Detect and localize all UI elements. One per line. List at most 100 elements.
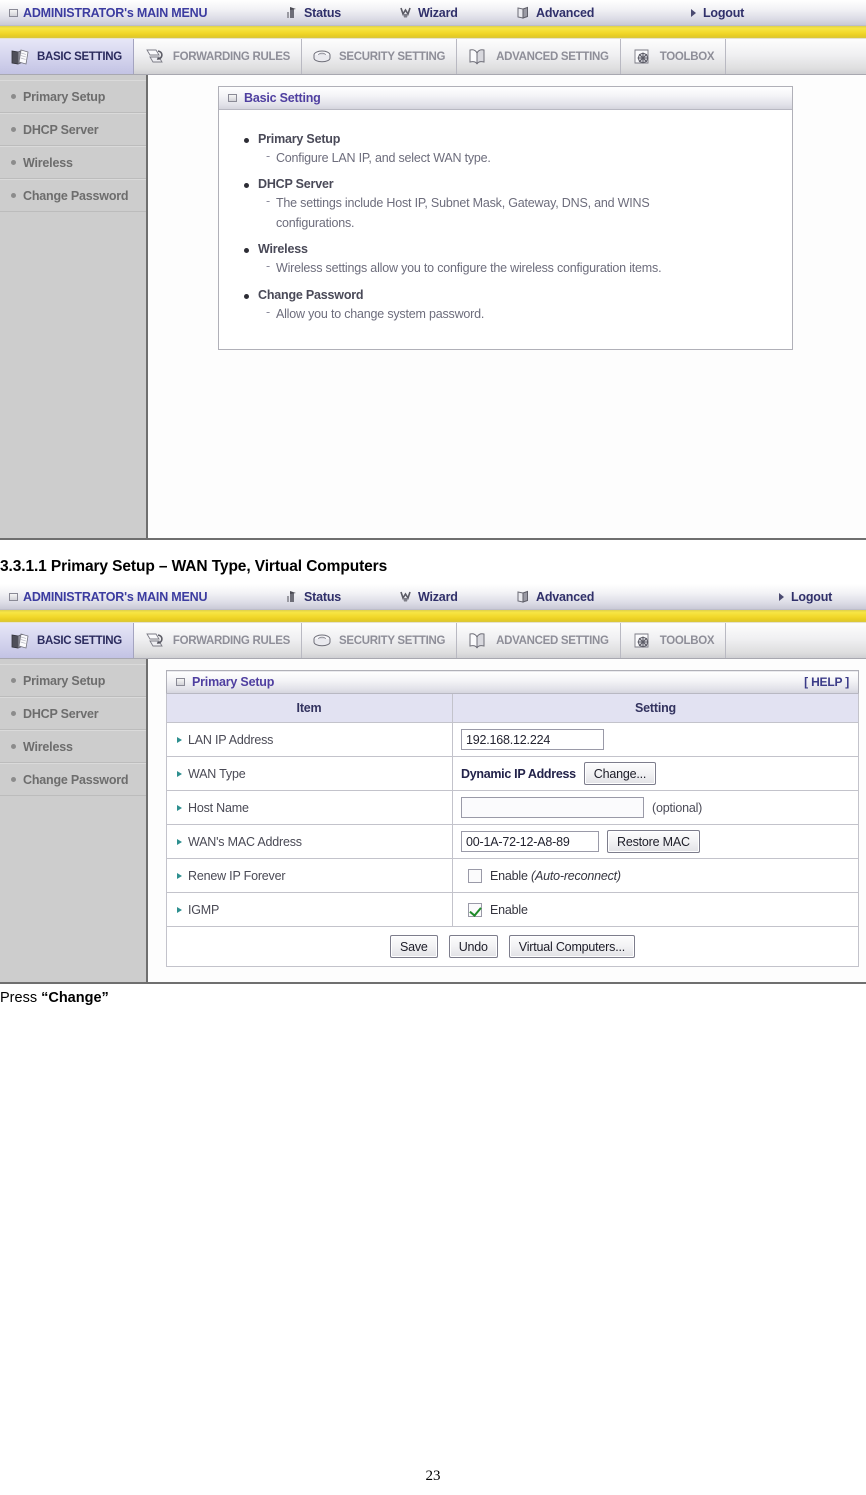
sidebar-item-label: Wireless <box>23 155 73 170</box>
change-button[interactable]: Change... <box>583 762 657 785</box>
topbar-item-advanced[interactable]: Advanced <box>515 589 594 604</box>
arrow-right-icon <box>177 804 182 811</box>
topbar-item-status[interactable]: Status <box>284 5 341 20</box>
sidebar-item-dhcp-server[interactable]: DHCP Server <box>0 113 146 146</box>
status-bars-icon <box>284 589 299 604</box>
sidebar-item-change-password[interactable]: Change Password <box>0 179 146 212</box>
sidebar-item-dhcp-server[interactable]: DHCP Server <box>0 697 146 730</box>
row-item-cell: Host Name <box>166 790 453 825</box>
tab-toolbox[interactable]: TOOLBOX <box>621 39 727 74</box>
wan-mac-address-input[interactable] <box>461 831 599 852</box>
tab-advanced-setting[interactable]: ADVANCED SETTING <box>457 623 621 658</box>
sidebar-item-label: Wireless <box>23 739 73 754</box>
feature-name: Primary Setup <box>258 132 341 146</box>
tab-advanced-setting[interactable]: ADVANCED SETTING <box>457 39 621 74</box>
main-tab-strip-2: BASIC SETTING FORWARDING RULES SECURITY … <box>0 623 866 659</box>
renew-ip-forever-checkbox[interactable] <box>468 868 482 883</box>
feature-description-text: Allow you to change system password. <box>275 306 485 321</box>
caption-quoted: “Change” <box>41 990 109 1006</box>
enable-text: Enable <box>490 868 531 883</box>
table-row-wan-mac-address: WAN's MAC Address Restore MAC <box>166 824 859 859</box>
tab-toolbox[interactable]: TOOLBOX <box>621 623 727 658</box>
caption-prefix: Press <box>0 990 42 1006</box>
topbar-advanced-label: Advanced <box>536 5 595 20</box>
dash-icon: - <box>266 304 270 319</box>
feature-description: - The settings include Host IP, Subnet M… <box>266 194 706 233</box>
yellow-divider-band <box>0 610 866 623</box>
bullet-icon <box>11 127 16 132</box>
tab-forwarding-rules[interactable]: FORWARDING RULES <box>134 39 302 74</box>
bullet-icon <box>244 183 249 189</box>
yellow-divider-band <box>0 26 866 39</box>
row-item-label: Host Name <box>188 800 249 815</box>
feature-heading: Primary Setup <box>244 132 776 146</box>
sidebar-item-primary-setup[interactable]: Primary Setup <box>0 664 146 697</box>
tab-forwarding-rules[interactable]: FORWARDING RULES <box>134 623 302 658</box>
table-row-wan-type: WAN Type Dynamic IP Address Change... <box>166 756 859 791</box>
row-item-label: Renew IP Forever <box>188 868 286 883</box>
dash-icon: - <box>266 149 270 163</box>
window-square-icon <box>176 678 185 686</box>
row-setting-cell: (optional) <box>452 790 859 825</box>
bullet-icon <box>11 711 16 716</box>
host-name-input[interactable] <box>461 797 644 818</box>
table-row-renew-ip-forever: Renew IP Forever Enable (Auto-reconnect) <box>166 858 859 893</box>
feature-description-text: Configure LAN IP, and select WAN type. <box>275 151 491 165</box>
topbar-item-logout[interactable]: Logout <box>778 590 832 604</box>
row-setting-cell: Enable <box>452 892 859 927</box>
sidebar-item-label: DHCP Server <box>23 706 99 721</box>
bullet-icon <box>11 160 16 165</box>
topbar-logout-label: Logout <box>791 589 833 604</box>
lan-ip-address-input[interactable] <box>461 729 604 750</box>
topbar-status-label: Status <box>304 589 342 604</box>
topbar-item-status[interactable]: Status <box>284 589 341 604</box>
igmp-checkbox[interactable] <box>468 902 482 917</box>
list-item: DHCP Server - The settings include Host … <box>244 177 776 233</box>
topbar-logout-label: Logout <box>703 5 745 20</box>
tab-security-setting[interactable]: SECURITY SETTING <box>302 39 458 74</box>
renew-ip-forever-label: Enable (Auto-reconnect) <box>490 869 621 883</box>
admin-main-menu-text: ADMINISTRATOR's MAIN MENU <box>23 5 208 20</box>
press-change-caption: Press “Change” <box>0 990 866 1006</box>
dash-icon: - <box>266 259 270 274</box>
sidebar-item-primary-setup[interactable]: Primary Setup <box>0 80 146 113</box>
tab-strip-filler <box>726 623 866 658</box>
save-button[interactable]: Save <box>389 935 438 958</box>
admin-main-menu-label: ADMINISTRATOR's MAIN MENU <box>9 590 208 604</box>
panel-title: Primary Setup <box>192 675 275 689</box>
router-ui-screen-2: ADMINISTRATOR's MAIN MENU Status Wizard … <box>0 584 866 984</box>
content-screen-1: Basic Setting Primary Setup - Configure … <box>148 75 866 540</box>
sidebar-item-label: Change Password <box>23 772 129 787</box>
bullet-icon <box>11 777 16 782</box>
restore-mac-button[interactable]: Restore MAC <box>607 830 700 853</box>
topbar-item-wizard[interactable]: Wizard <box>398 589 458 604</box>
topbar-item-advanced[interactable]: Advanced <box>515 5 594 20</box>
wizard-wand-icon <box>398 589 413 604</box>
row-setting-cell: Enable (Auto-reconnect) <box>452 858 859 893</box>
tab-basic-setting[interactable]: BASIC SETTING <box>0 39 134 74</box>
help-link[interactable]: [ HELP ] <box>804 675 849 689</box>
forward-pages-icon <box>143 46 167 68</box>
section-heading: 3.3.1.1 Primary Setup – WAN Type, Virtua… <box>0 558 388 575</box>
sidebar-item-wireless[interactable]: Wireless <box>0 730 146 763</box>
status-bars-icon <box>284 5 299 20</box>
sidebar-item-wireless[interactable]: Wireless <box>0 146 146 179</box>
row-setting-cell: Dynamic IP Address Change... <box>452 756 859 791</box>
admin-top-menu-bar: ADMINISTRATOR's MAIN MENU Status Wizard … <box>0 0 866 26</box>
virtual-computers-button[interactable]: Virtual Computers... <box>508 935 636 958</box>
column-header-setting: Setting <box>452 693 859 723</box>
tab-basic-setting[interactable]: BASIC SETTING <box>0 623 134 658</box>
sidebar-item-change-password[interactable]: Change Password <box>0 763 146 796</box>
shield-hex-icon <box>311 47 333 67</box>
topbar-status-label: Status <box>304 5 342 20</box>
topbar-item-wizard[interactable]: Wizard <box>398 5 458 20</box>
topbar-item-logout[interactable]: Logout <box>690 6 744 20</box>
advanced-book-icon <box>515 5 531 20</box>
undo-button[interactable]: Undo <box>448 935 498 958</box>
topbar-wizard-label: Wizard <box>418 5 458 20</box>
router-ui-screen-1: ADMINISTRATOR's MAIN MENU Status Wizard … <box>0 0 866 540</box>
tab-security-setting[interactable]: SECURITY SETTING <box>302 623 458 658</box>
bullet-icon <box>244 293 249 299</box>
primary-setup-panel-header: Primary Setup [ HELP ] <box>166 670 859 694</box>
sidebar-item-label: Change Password <box>23 188 129 203</box>
